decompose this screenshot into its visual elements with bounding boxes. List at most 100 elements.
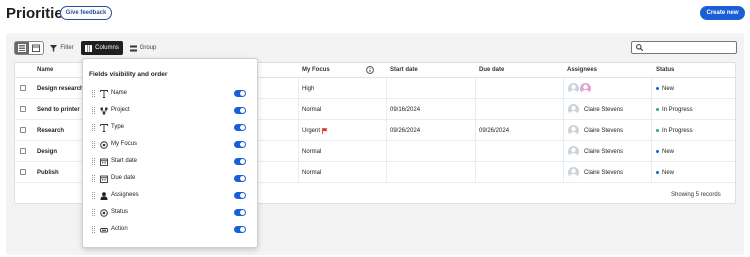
row-my-focus: Normal <box>302 106 322 113</box>
avatar <box>568 146 579 157</box>
drag-handle-icon[interactable] <box>92 226 95 233</box>
column-header-status[interactable]: Status <box>656 67 674 73</box>
status-dot <box>656 171 659 174</box>
group-label: Group <box>139 45 157 51</box>
drag-handle-icon[interactable] <box>92 124 95 131</box>
field-row-name[interactable]: Name <box>83 88 259 100</box>
column-header-start-date[interactable]: Start date <box>390 67 418 73</box>
row-start-date: 09/26/2024 <box>390 127 421 134</box>
row-name[interactable]: Publish <box>37 162 59 183</box>
filter-icon <box>50 44 58 52</box>
visibility-toggle[interactable] <box>234 226 246 233</box>
column-header-assignees[interactable]: Assignees <box>567 67 597 73</box>
field-row-assignees[interactable]: Assignees <box>83 190 259 202</box>
drag-handle-icon[interactable] <box>92 209 95 216</box>
visibility-toggle[interactable] <box>234 192 246 199</box>
row-my-focus: Normal <box>302 148 322 155</box>
field-row-project[interactable]: Project <box>83 105 259 117</box>
focus-value: Urgent <box>302 127 321 134</box>
table-view-icon <box>18 44 26 52</box>
visibility-toggle[interactable] <box>234 90 246 97</box>
drag-handle-icon[interactable] <box>92 90 95 97</box>
visibility-toggle[interactable] <box>234 107 246 114</box>
field-row-status[interactable]: Status <box>83 207 259 219</box>
field-row-start-date[interactable]: Start date <box>83 156 259 168</box>
text-type-icon <box>99 123 109 133</box>
status-badge: New <box>662 169 675 176</box>
status-dot <box>656 150 659 153</box>
text-type-icon <box>99 89 109 99</box>
visibility-toggle[interactable] <box>234 141 246 148</box>
columns-button[interactable]: Columns <box>81 41 123 55</box>
row-name[interactable]: Design <box>37 141 57 162</box>
row-status: In Progress <box>656 120 693 141</box>
status-dot <box>656 129 659 132</box>
row-status: New <box>656 162 674 183</box>
drag-handle-icon[interactable] <box>92 192 95 199</box>
avatar <box>580 83 591 94</box>
row-my-focus: Urgent <box>302 120 328 141</box>
drag-handle-icon[interactable] <box>92 107 95 114</box>
status-badge: In Progress <box>662 127 693 134</box>
row-checkbox[interactable] <box>20 148 26 154</box>
status-dot <box>656 87 659 90</box>
row-assignees: Claire Stevens <box>568 120 623 141</box>
visibility-toggle[interactable] <box>234 209 246 216</box>
search-input[interactable] <box>631 41 737 54</box>
drag-handle-icon[interactable] <box>92 175 95 182</box>
row-assignees: Claire Stevens <box>568 162 623 183</box>
row-assignees <box>568 78 591 99</box>
field-row-due-date[interactable]: Due date <box>83 173 259 185</box>
columns-label: Columns <box>95 45 119 51</box>
urgent-flag-icon <box>322 127 328 134</box>
search-icon <box>636 44 643 51</box>
calendar-icon <box>99 157 109 167</box>
visibility-toggle[interactable] <box>234 158 246 165</box>
visibility-toggle[interactable] <box>234 175 246 182</box>
drag-handle-icon[interactable] <box>92 158 95 165</box>
column-header-due-date[interactable]: Due date <box>479 67 504 73</box>
field-row-type[interactable]: Type <box>83 122 259 134</box>
table-view-toggle[interactable] <box>15 42 29 54</box>
column-header-name[interactable]: Name <box>37 67 53 73</box>
assignee-name: Claire Stevens <box>584 106 624 113</box>
group-button[interactable]: Group <box>128 41 158 55</box>
row-name[interactable]: Design research <box>37 78 84 99</box>
row-checkbox[interactable] <box>20 127 26 133</box>
row-status: New <box>656 141 674 162</box>
filter-button[interactable]: Filter <box>48 41 76 55</box>
row-checkbox[interactable] <box>20 85 26 91</box>
info-icon[interactable] <box>366 66 374 76</box>
assignee-name: Claire Stevens <box>584 148 624 155</box>
popup-title: Fields visibility and order <box>89 71 168 78</box>
columns-icon <box>85 44 93 52</box>
row-checkbox[interactable] <box>20 169 26 175</box>
row-checkbox[interactable] <box>20 106 26 112</box>
status-badge: In Progress <box>662 106 693 113</box>
row-status: In Progress <box>656 99 693 120</box>
drag-handle-icon[interactable] <box>92 141 95 148</box>
row-status: New <box>656 78 674 99</box>
project-icon <box>99 106 109 116</box>
visibility-toggle[interactable] <box>234 124 246 131</box>
row-my-focus: Normal <box>302 169 322 176</box>
status-badge: New <box>662 85 675 92</box>
row-name[interactable]: Send to printer <box>37 99 80 120</box>
field-row-action[interactable]: Action <box>83 224 259 236</box>
give-feedback-button[interactable]: Give feedback <box>60 6 112 20</box>
create-new-button[interactable]: Create new <box>700 6 745 20</box>
row-start-date: 09/16/2024 <box>390 106 421 113</box>
row-my-focus: High <box>302 85 315 92</box>
avatar <box>568 104 579 115</box>
columns-popup: Fields visibility and order Name Project… <box>82 58 258 248</box>
field-row-my-focus[interactable]: My Focus <box>83 139 259 151</box>
target-icon <box>99 140 109 150</box>
filter-label: Filter <box>60 45 74 51</box>
calendar-view-icon <box>32 44 40 52</box>
column-header-my-focus[interactable]: My Focus <box>302 67 330 73</box>
row-name[interactable]: Research <box>37 120 64 141</box>
calendar-view-toggle[interactable] <box>29 42 43 54</box>
view-switcher <box>14 41 44 55</box>
avatar <box>568 83 579 94</box>
record-count: Showing 5 records <box>671 192 721 198</box>
